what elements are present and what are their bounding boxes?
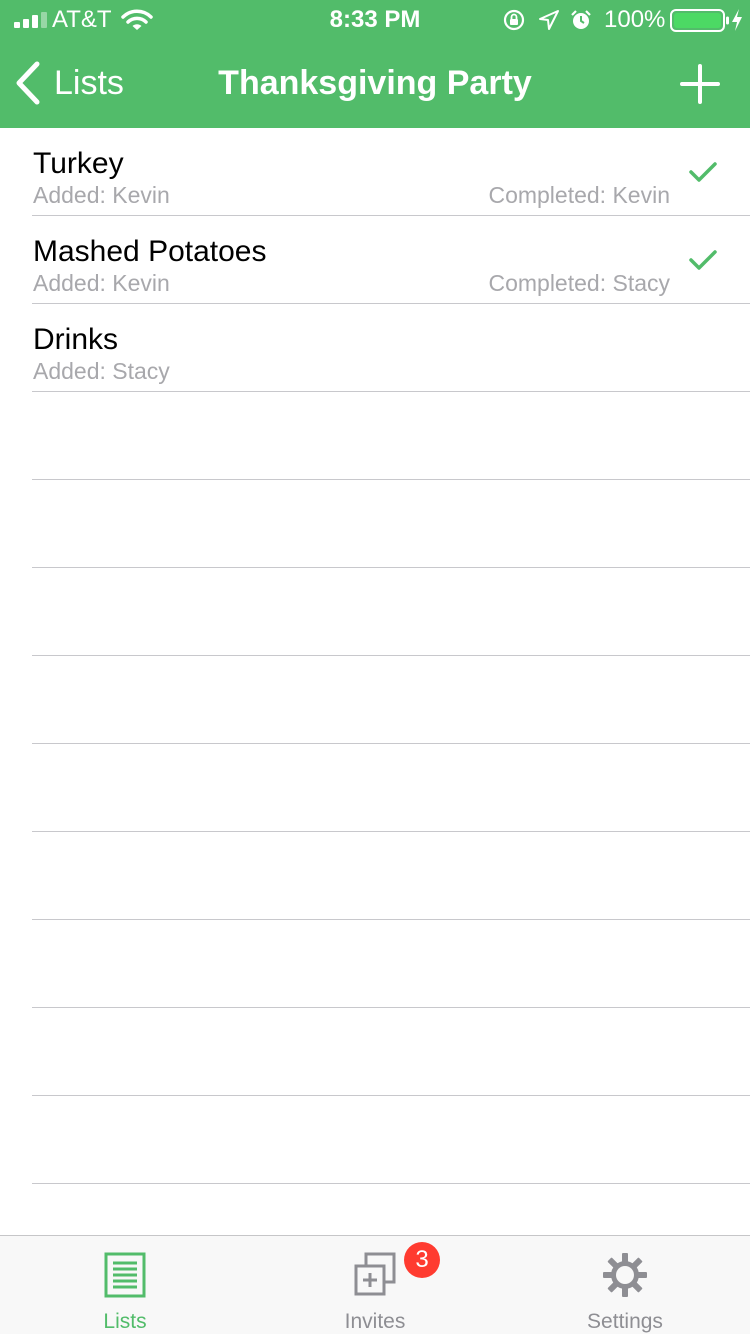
- page-title: Thanksgiving Party: [218, 64, 532, 102]
- back-button[interactable]: Lists: [14, 60, 124, 106]
- item-title: Drinks: [33, 323, 119, 356]
- list-icon: [104, 1252, 146, 1298]
- list-item[interactable]: Turkey Added: Kevin Completed: Kevin: [32, 128, 750, 216]
- empty-row: [32, 1008, 750, 1096]
- empty-row: [32, 656, 750, 744]
- item-list: Turkey Added: Kevin Completed: Kevin Mas…: [0, 128, 750, 1272]
- status-bar: AT&T 8:33 PM 100%: [0, 0, 750, 40]
- list-item[interactable]: Mashed Potatoes Added: Kevin Completed: …: [32, 216, 750, 304]
- back-label: Lists: [54, 63, 124, 102]
- empty-row: [32, 392, 750, 480]
- plus-icon[interactable]: [678, 62, 722, 106]
- empty-row: [32, 832, 750, 920]
- item-completed-by: Completed: Kevin: [488, 182, 670, 208]
- item-added-by: Added: Kevin: [33, 182, 170, 208]
- gear-icon: [603, 1253, 647, 1297]
- empty-row: [32, 480, 750, 568]
- orientation-lock-icon: [503, 9, 525, 31]
- empty-row: [32, 1096, 750, 1184]
- header-bar: AT&T 8:33 PM 100% Lists Thanksgiving Par…: [0, 0, 750, 128]
- empty-row: [32, 920, 750, 1008]
- tab-lists[interactable]: Lists: [0, 1236, 250, 1334]
- battery-percent: 100%: [604, 6, 666, 33]
- checkmark-icon: [689, 162, 717, 182]
- invites-icon: [354, 1252, 396, 1296]
- invites-badge: 3: [404, 1242, 440, 1278]
- charging-bolt-icon: [732, 9, 742, 31]
- tab-settings[interactable]: Settings: [500, 1236, 750, 1334]
- empty-row: [32, 568, 750, 656]
- empty-row: [32, 744, 750, 832]
- location-arrow-icon: [539, 10, 559, 30]
- navigation-bar: Lists Thanksgiving Party: [0, 40, 750, 128]
- tab-bar: Lists 3 Invites Settings: [0, 1235, 750, 1334]
- item-added-by: Added: Stacy: [33, 358, 170, 384]
- battery-icon: [670, 9, 729, 32]
- checkmark-icon: [689, 250, 717, 270]
- tab-invites[interactable]: 3 Invites: [250, 1236, 500, 1334]
- list-item[interactable]: Drinks Added: Stacy: [32, 304, 750, 392]
- item-title: Mashed Potatoes: [33, 235, 267, 268]
- chevron-left-icon: [16, 61, 40, 105]
- item-title: Turkey: [33, 147, 124, 180]
- tab-label: Lists: [103, 1310, 147, 1333]
- tab-label: Invites: [344, 1310, 406, 1333]
- item-completed-by: Completed: Stacy: [488, 270, 670, 296]
- tab-label: Settings: [587, 1310, 663, 1333]
- alarm-icon: [571, 10, 591, 29]
- item-added-by: Added: Kevin: [33, 270, 170, 296]
